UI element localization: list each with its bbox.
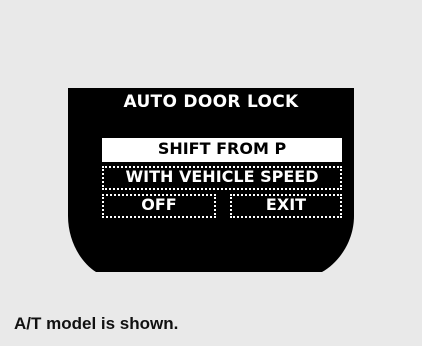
- option-with-vehicle-speed[interactable]: WITH VEHICLE SPEED: [102, 166, 342, 190]
- option-off[interactable]: OFF: [102, 194, 216, 218]
- display-title: AUTO DOOR LOCK: [123, 92, 299, 112]
- option-shift-from-p[interactable]: SHIFT FROM P: [102, 138, 342, 162]
- info-display: AUTO DOOR LOCK SHIFT FROM P WITH VEHICLE…: [0, 0, 422, 346]
- figure-caption: A/T model is shown.: [14, 314, 179, 333]
- option-exit[interactable]: EXIT: [230, 194, 342, 218]
